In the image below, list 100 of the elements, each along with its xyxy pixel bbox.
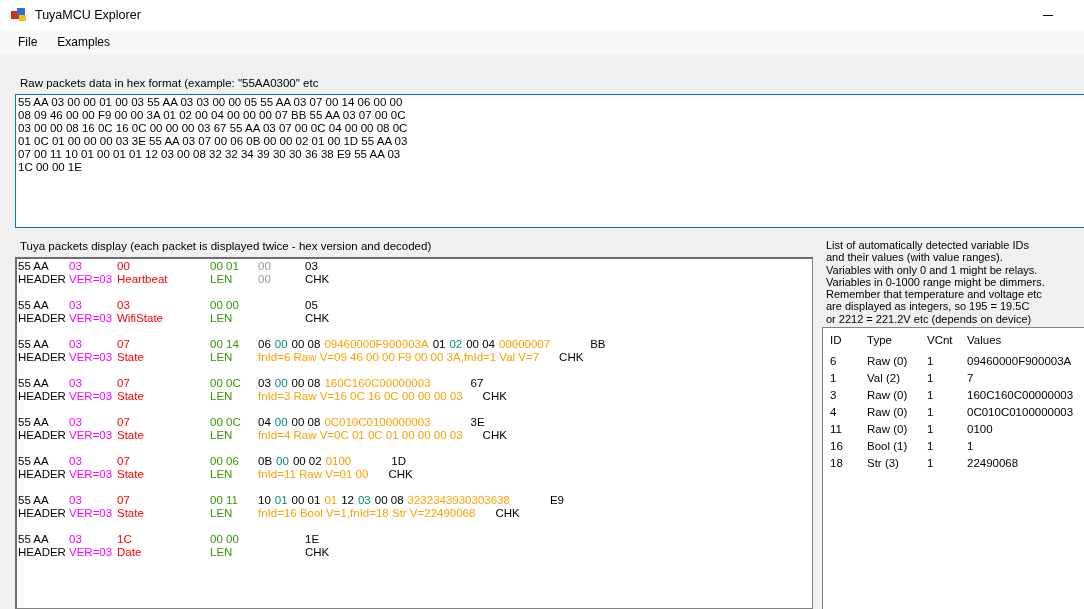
version-text: VER=03	[69, 507, 113, 519]
data-text: 09460000F900003A	[324, 338, 429, 351]
length-text: LEN	[210, 390, 233, 402]
raw-hex-field[interactable]: 55 AA 03 00 00 01 00 03 55 AA 03 03 00 00 05 55 AA 03 07 00 14 06 00 00 08 09 46 00 00 F9 00 00 3A 01 02 00 04 00 00 00 07 BB 55 AA 03 07 00 0C 03 00 00 08 16 0C 16 0C 00 00 00 03 67 55 AA 03 07 00 0C 04 00 00 08 0C 01 0C 01 00 00 00 03 3E 55 AA 03 07 00 06 0B 00 00 02 01 00 1D 55 AA 03 07 00 11 10 01 00 01 01 12 03 00 08 32 32 34 39 30 30 36 38 E9 55 AA 03 1C 00 00 1E	[15, 94, 1084, 228]
data-text: 00	[274, 377, 288, 390]
checksum-text: 1E	[305, 533, 320, 546]
header-text: HEADER	[18, 351, 66, 363]
data-text: 00 01	[291, 494, 321, 507]
data-text: fnId=3 Raw V=16 0C 16 0C 00 00 00 03	[258, 390, 463, 403]
header-text: HEADER	[18, 507, 66, 519]
checksum-text: 05	[305, 299, 318, 312]
command-text: 00	[117, 260, 130, 272]
data-text: fnId=16 Bool V=1,fnId=18 Str V=22490068	[258, 507, 476, 520]
checksum-text: CHK	[305, 312, 330, 325]
column-header[interactable]: Type	[867, 332, 927, 354]
checksum-text: E9	[549, 494, 564, 507]
column-header[interactable]: ID	[830, 332, 867, 354]
checksum-text: CHK	[495, 507, 520, 520]
table-cell-text: 1	[927, 439, 935, 455]
data-text: 0B	[258, 455, 273, 468]
table-cell-text: Raw (0)	[867, 388, 909, 404]
checksum-text: 03	[305, 260, 318, 273]
checksum-text: BB	[590, 338, 606, 351]
menu-item[interactable]: File	[10, 33, 46, 51]
checksum-text: 67	[470, 377, 484, 390]
command-text: 03	[117, 299, 130, 311]
table-cell-text: 0100	[967, 422, 994, 438]
version-text: VER=03	[69, 546, 113, 558]
header-text: HEADER	[18, 429, 66, 441]
data-text: 00 08	[374, 494, 404, 507]
header-text: HEADER	[18, 273, 66, 285]
header-text: 55 AA	[18, 455, 49, 467]
data-text: 06	[258, 338, 271, 351]
data-text: 0100	[325, 455, 352, 468]
command-text: State	[117, 351, 144, 363]
length-text: LEN	[210, 312, 233, 324]
command-text: 1C	[117, 533, 132, 545]
version-text: VER=03	[69, 468, 113, 480]
data-text: 00 02	[292, 455, 322, 468]
table-cell-text: 1	[830, 371, 838, 387]
checksum-text: CHK	[559, 351, 584, 364]
checksum-text: CHK	[305, 546, 330, 559]
data-text: 0C010C0100000003	[324, 416, 431, 429]
table-cell-text: 1	[927, 422, 935, 438]
command-text: Heartbeat	[117, 273, 168, 285]
header-text: 55 AA	[18, 416, 49, 428]
data-text: 10	[258, 494, 271, 507]
raw-data-label: Raw packets data in hex format (example: "55AA0300" etc	[19, 76, 320, 90]
command-text: 07	[117, 494, 130, 506]
app-icon	[11, 8, 27, 22]
data-text: 00 08	[291, 377, 321, 390]
data-text: 00	[274, 416, 288, 429]
version-text: 03	[69, 260, 82, 272]
length-text: 00 00	[210, 299, 239, 311]
table-cell-text: 18	[830, 456, 844, 472]
data-text: 160C160C00000003	[324, 377, 431, 390]
table-cell-text: 11	[830, 422, 843, 438]
length-text: 00 0C	[210, 416, 241, 428]
data-text: 01	[432, 338, 446, 351]
version-text: 03	[69, 533, 82, 545]
command-text: WifiState	[117, 312, 163, 324]
data-text: 00	[274, 338, 288, 351]
length-text: 00 14	[210, 338, 239, 350]
command-text: State	[117, 468, 144, 480]
table-cell-text: Val (2)	[867, 371, 902, 387]
data-text: 00	[258, 260, 271, 273]
command-text: Date	[117, 546, 142, 558]
table-cell-text: Str (3)	[867, 456, 900, 472]
data-text: 04	[258, 416, 271, 429]
command-text: 07	[117, 377, 130, 389]
column-header[interactable]: VCnt	[927, 332, 967, 354]
header-text: 55 AA	[18, 338, 49, 350]
header-text: HEADER	[18, 312, 66, 324]
data-text: fnId=6 Raw V=09 46 00 00 F9 00 00 3A,fnId=1 Val V=7	[258, 351, 540, 364]
version-text: VER=03	[69, 351, 113, 363]
column-header[interactable]: Values	[967, 332, 1084, 354]
version-text: 03	[69, 377, 82, 389]
data-text: 00000007	[499, 338, 551, 351]
data-text: 01	[274, 494, 288, 507]
header-text: 55 AA	[18, 299, 49, 311]
table-cell-text: 1	[967, 439, 975, 455]
table-cell-text: 6	[830, 354, 838, 370]
minimize-icon[interactable]	[1043, 14, 1053, 16]
table-cell-text: 1	[927, 354, 935, 370]
command-text: State	[117, 390, 144, 402]
data-text: 3232343930303638	[407, 494, 510, 507]
version-text: 03	[69, 416, 82, 428]
checksum-text: 3E	[470, 416, 485, 429]
command-text: 07	[117, 455, 130, 467]
table-cell-text: 1	[927, 388, 935, 404]
version-text: 03	[69, 455, 82, 467]
table-cell-text: Bool (1)	[867, 439, 909, 455]
version-text: VER=03	[69, 273, 113, 285]
table-cell-text: Raw (0)	[867, 422, 909, 438]
table-cell-text: 1	[927, 456, 935, 472]
command-text: 07	[117, 338, 130, 350]
length-text: LEN	[210, 273, 233, 285]
header-text: HEADER	[18, 390, 66, 402]
menu-item[interactable]: Examples	[49, 33, 119, 51]
length-text: 00 0C	[210, 377, 241, 389]
